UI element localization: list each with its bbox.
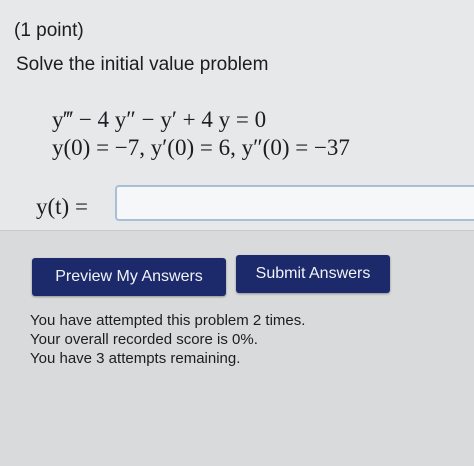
differential-equation: y‴ − 4 y″ − y′ + 4 y = 0 <box>52 107 267 132</box>
initial-conditions: y(0) = −7, y′(0) = 6, y″(0) = −37 <box>52 135 350 160</box>
problem-panel: (1 point) Solve the initial value proble… <box>0 0 474 231</box>
answer-input[interactable] <box>115 185 474 221</box>
problem-instruction: Solve the initial value problem <box>16 54 269 75</box>
remaining-text: You have 3 attempts remaining. <box>30 350 241 367</box>
submit-answers-button[interactable]: Submit Answers <box>236 255 390 293</box>
attempts-text: You have attempted this problem 2 times. <box>30 312 306 329</box>
attempt-status: You have attempted this problem 2 times.… <box>30 311 305 368</box>
point-value: (1 point) <box>14 20 84 41</box>
preview-answers-button[interactable]: Preview My Answers <box>32 258 226 296</box>
answer-label: y(t) = <box>36 194 88 219</box>
score-text: Your overall recorded score is 0%. <box>30 331 258 348</box>
